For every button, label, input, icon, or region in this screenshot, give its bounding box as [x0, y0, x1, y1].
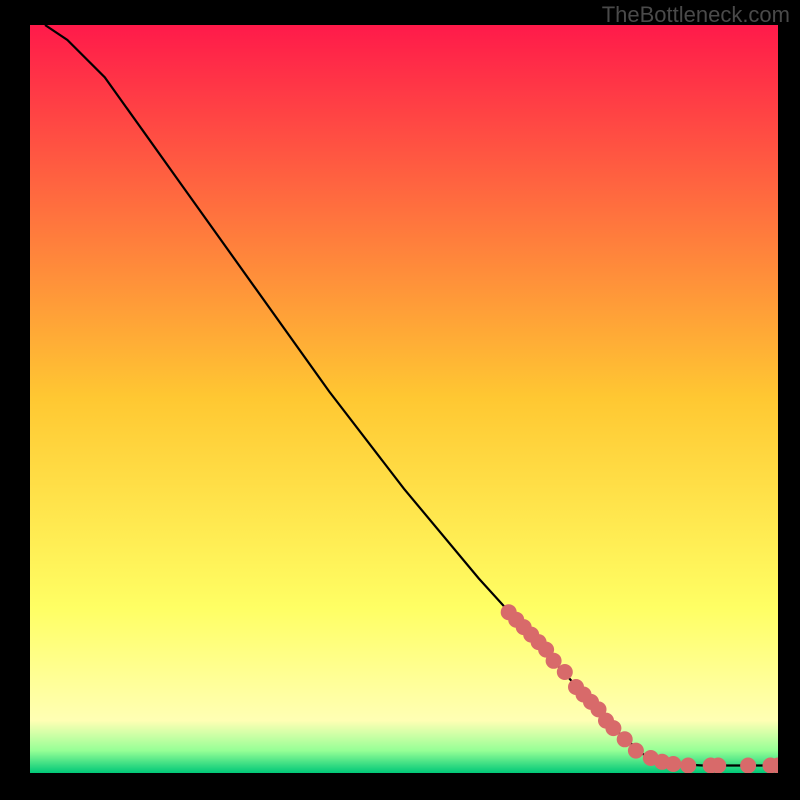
chart-svg [30, 25, 778, 773]
data-marker [680, 758, 696, 774]
data-marker [710, 758, 726, 774]
plot-area [30, 25, 778, 773]
gradient-background [30, 25, 778, 773]
data-marker [665, 756, 681, 772]
data-marker [628, 743, 644, 759]
watermark-text: TheBottleneck.com [602, 2, 790, 28]
data-marker [557, 664, 573, 680]
chart-frame: TheBottleneck.com [0, 0, 800, 800]
data-marker [740, 758, 756, 774]
